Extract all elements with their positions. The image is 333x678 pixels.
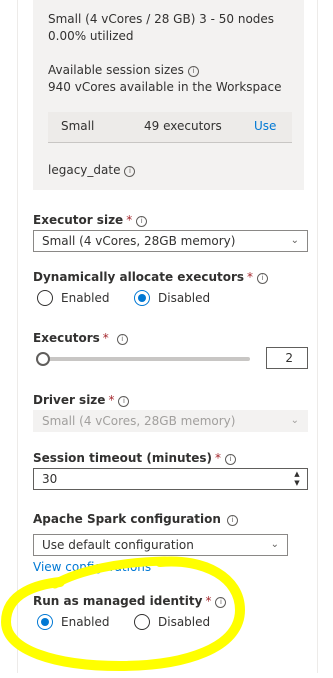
executors-slider-thumb[interactable] [36, 352, 50, 366]
dynamic-allocate-enabled-radio[interactable]: Enabled [37, 290, 110, 306]
panel-left-border [17, 0, 18, 673]
view-configurations-link[interactable]: View configurations [33, 560, 151, 574]
driver-size-label: Driver size [33, 393, 106, 407]
required-marker: * [215, 451, 222, 465]
info-icon[interactable]: i [226, 515, 238, 526]
session-timeout-label-row: Session timeout (minutes) * i [33, 451, 237, 465]
executor-size-label-row: Executor size * i [33, 213, 148, 227]
legacy-date-row: legacy_date i [48, 163, 136, 177]
radio-label: Disabled [158, 615, 211, 629]
executor-size-label: Executor size [33, 213, 124, 227]
driver-size-value: Small (4 vCores, 28GB memory) [42, 414, 236, 428]
available-sizes-label: Available session sizes [48, 63, 184, 77]
info-icon[interactable]: i [225, 454, 237, 465]
required-marker: * [126, 213, 133, 227]
radio-checked-icon [37, 614, 53, 630]
executors-label-row: Executors * i [33, 331, 128, 345]
info-icon[interactable]: i [136, 216, 148, 227]
session-timeout-label: Session timeout (minutes) [33, 451, 213, 465]
spark-config-label: Apache Spark configuration [33, 512, 221, 526]
use-size-link[interactable]: Use [254, 119, 276, 133]
info-icon[interactable]: i [124, 166, 136, 177]
driver-size-label-row: Driver size * i [33, 393, 130, 407]
radio-label: Disabled [158, 291, 211, 305]
session-size-row: Small 49 executors Use [48, 112, 292, 142]
required-marker: * [205, 594, 212, 608]
available-sizes-detail: 940 vCores available in the Workspace [48, 80, 282, 94]
pool-size-summary: Small (4 vCores / 28 GB) 3 - 50 nodes [48, 12, 275, 26]
executors-slider-track[interactable] [42, 357, 250, 361]
spark-config-dropdown[interactable]: Use default configuration ⌄ [33, 534, 288, 556]
pool-utilization: 0.00% utilized [48, 29, 134, 43]
info-icon[interactable]: i [215, 597, 227, 608]
spark-config-value: Use default configuration [42, 538, 194, 552]
info-icon[interactable]: i [257, 273, 269, 284]
radio-label: Enabled [61, 615, 110, 629]
managed-identity-label: Run as managed identity [33, 594, 203, 608]
managed-identity-enabled-radio[interactable]: Enabled [37, 614, 110, 630]
info-icon[interactable]: i [116, 334, 128, 345]
driver-size-dropdown: Small (4 vCores, 28GB memory) ⌄ [33, 410, 308, 432]
radio-unchecked-icon [134, 614, 150, 630]
radio-unchecked-icon [37, 290, 53, 306]
chevron-down-icon: ⌄ [270, 539, 279, 550]
session-timeout-value: 30 [42, 472, 58, 486]
session-size-name: Small [61, 119, 95, 133]
session-size-executors: 49 executors [144, 119, 222, 133]
size-row-divider [48, 142, 292, 143]
chevron-down-icon: ⌄ [290, 415, 299, 426]
session-timeout-spinner[interactable]: ▲ ▼ [291, 471, 303, 487]
available-sizes-heading: Available session sizes i [48, 63, 199, 77]
chevron-down-icon: ⌄ [290, 235, 299, 246]
managed-identity-label-row: Run as managed identity * i [33, 594, 227, 608]
managed-identity-disabled-radio[interactable]: Disabled [134, 614, 210, 630]
chevron-up-icon[interactable]: ▲ [294, 471, 299, 478]
session-timeout-input[interactable]: 30 ▲ ▼ [33, 468, 308, 490]
executor-size-dropdown[interactable]: Small (4 vCores, 28GB memory) ⌄ [33, 230, 308, 252]
chevron-down-icon[interactable]: ▼ [294, 480, 299, 487]
info-icon[interactable]: i [187, 66, 199, 77]
radio-checked-icon [134, 290, 150, 306]
executor-size-value: Small (4 vCores, 28GB memory) [42, 234, 236, 248]
info-icon[interactable]: i [118, 396, 130, 407]
dynamic-allocate-label-row: Dynamically allocate executors * i [33, 270, 269, 284]
radio-label: Enabled [61, 291, 110, 305]
required-marker: * [247, 270, 254, 284]
spark-config-label-row: Apache Spark configuration i [33, 512, 238, 526]
required-marker: * [108, 393, 115, 407]
dynamic-allocate-label: Dynamically allocate executors [33, 270, 245, 284]
executors-input[interactable]: 2 [266, 347, 308, 369]
required-marker: * [102, 331, 109, 345]
legacy-date-label: legacy_date [48, 163, 121, 177]
dynamic-allocate-disabled-radio[interactable]: Disabled [134, 290, 210, 306]
panel-right-border [317, 0, 318, 673]
executors-label: Executors [33, 331, 100, 345]
